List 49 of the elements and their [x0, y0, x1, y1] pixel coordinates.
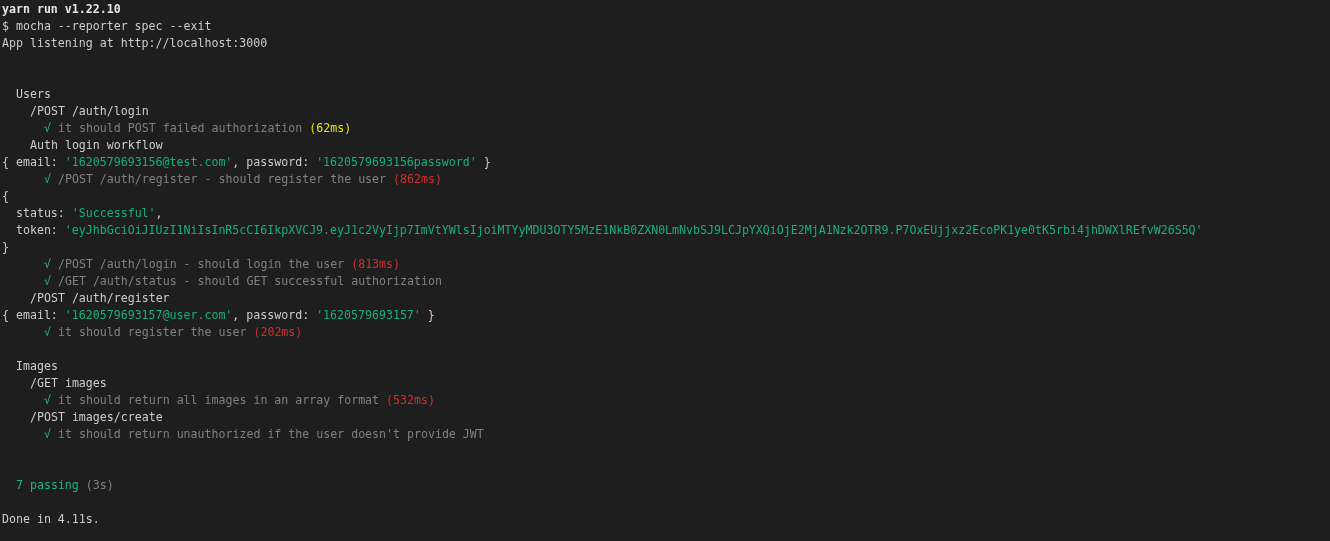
log-text: { email: — [2, 307, 59, 324]
test-title: it should return unauthorized if the user doesn't provide JWT — [58, 426, 484, 443]
suite-title: Users — [16, 86, 51, 103]
check-mark: √ — [44, 256, 51, 273]
passing-count: 7 passing — [16, 477, 79, 494]
string-value: '1620579693156@test.com' — [64, 154, 233, 171]
terminal-line: App listening at http://localhost:3000 — [2, 35, 268, 52]
test-title: /GET /auth/status - should GET successful authorization — [58, 273, 442, 290]
log-text: } — [2, 239, 9, 256]
test-duration: (813ms) — [351, 256, 401, 273]
log-text: , — [155, 205, 163, 222]
check-mark: √ — [44, 426, 51, 443]
test-title: it should register the user — [58, 324, 247, 341]
suite-title: Auth login workflow — [30, 137, 163, 154]
string-value: 'Successful' — [71, 205, 156, 222]
test-duration: (62ms) — [309, 120, 352, 137]
test-title: /POST /auth/login - should login the user — [58, 256, 345, 273]
terminal-line: $ mocha --reporter spec --exit — [2, 18, 212, 35]
total-time: (3s) — [85, 477, 114, 494]
string-value: '1620579693157@user.com' — [64, 307, 233, 324]
check-mark: √ — [44, 171, 51, 188]
log-text: } — [482, 154, 491, 171]
test-title: it should POST failed authorization — [58, 120, 303, 137]
suite-title: /POST /auth/login — [30, 103, 149, 120]
test-duration: (862ms) — [393, 171, 442, 188]
check-mark: √ — [44, 324, 51, 341]
test-duration: (202ms) — [253, 324, 303, 341]
string-value: 'eyJhbGciOiJIUzI1NiIsInR5cCI6IkpXVCJ9.eyJ1c2VyIjp7ImVtYWlsIjoiMTYyMDU3OTY5MzE1NkB0ZXN0LmNvbSJ9LCJpYXQiOjE2MjA1Nzk2OTR9.P7OxEUjjxz2EcoPK1ye0tK5rbi4jhDWXlREfvW26S5Q' — [64, 222, 1203, 239]
log-text: , password: — [232, 154, 311, 171]
string-value: '1620579693156password' — [316, 154, 477, 171]
suite-title: /POST /auth/register — [30, 290, 170, 307]
log-text: token: — [14, 222, 59, 239]
suite-title: /GET images — [30, 375, 107, 392]
check-mark: √ — [44, 273, 51, 290]
terminal-line: Done in 4.11s. — [2, 511, 100, 528]
suite-title: Images — [16, 358, 58, 375]
log-text: } — [426, 307, 435, 324]
log-text: status: — [14, 205, 66, 222]
string-value: '1620579693157' — [316, 307, 421, 324]
log-text: { — [2, 188, 9, 205]
suite-title: /POST images/create — [30, 409, 163, 426]
terminal-line: yarn run v1.22.10 — [2, 1, 121, 18]
log-text: , password: — [232, 307, 311, 324]
test-title: /POST /auth/register - should register the user — [58, 171, 387, 188]
check-mark: √ — [44, 120, 51, 137]
test-title: it should return all images in an array format — [58, 392, 380, 409]
test-duration: (532ms) — [386, 392, 435, 409]
check-mark: √ — [44, 392, 51, 409]
log-text: { email: — [2, 154, 59, 171]
